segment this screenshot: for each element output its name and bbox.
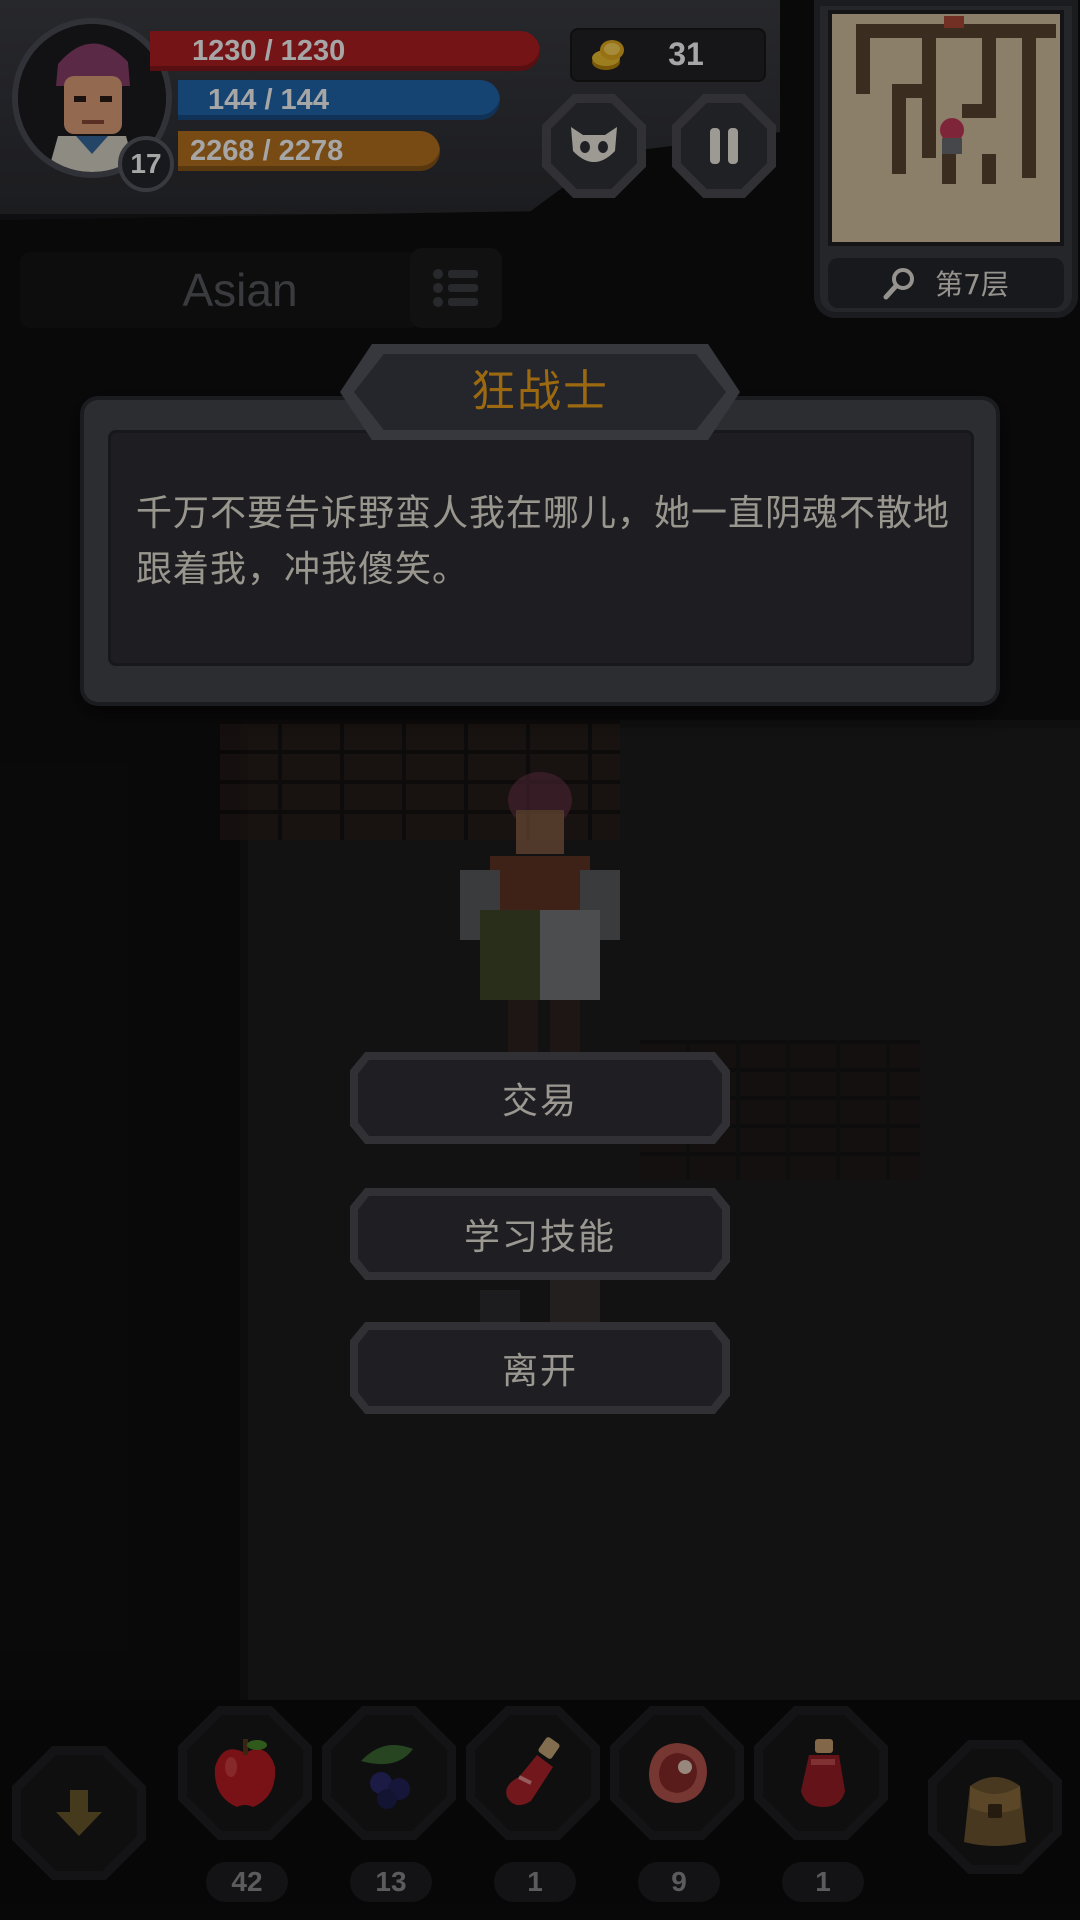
trade-button-label: 交易 [358,1060,722,1136]
quickbar-count-potion: 1 [494,1862,576,1902]
leave-button[interactable]: 离开 [350,1322,730,1414]
npc-title: 狂战士 [471,366,609,417]
hp-bar: 1230 / 1230 [150,31,540,71]
minimap[interactable] [828,10,1064,246]
gold-counter: 31 [570,28,766,82]
menu-button[interactable] [410,248,502,328]
exp-value: 2268 / 2278 [190,134,344,167]
gold-amount: 31 [668,36,704,72]
list-icon [433,269,478,307]
red-potion-icon [801,1739,845,1807]
magnifier-icon [883,268,915,300]
apple-icon [214,1739,276,1807]
learn-skill-button-label: 学习技能 [358,1196,722,1272]
quickbar-count-red-potion: 1 [782,1862,864,1902]
level-badge: 17 [118,136,174,192]
berries-icon [361,1745,413,1809]
player-name: Asian [182,264,298,316]
hp-value: 1230 / 1230 [192,34,346,67]
exp-bar: 2268 / 2278 [178,131,440,171]
mp-value: 144 / 144 [208,83,329,116]
floor-indicator[interactable]: 第7层 [828,258,1064,308]
pause-icon [710,128,738,164]
backpack-icon [964,1777,1026,1846]
maze-map-icon [832,14,1060,242]
floor-label-text: 第7层 [935,268,1009,301]
quickbar-count-meat: 9 [638,1862,720,1902]
monster-face-icon [571,127,617,162]
trade-button[interactable]: 交易 [350,1052,730,1144]
quickbar-count-apple: 42 [206,1862,288,1902]
quickbar-count-berries: 13 [350,1862,432,1902]
potion-icon [506,1737,560,1806]
leave-button-label: 离开 [358,1330,722,1406]
berserker-npc-sprite [460,772,620,1060]
learn-skill-button[interactable]: 学习技能 [350,1188,730,1280]
meat-icon [649,1743,707,1803]
dialog-text: 千万不要告诉野蛮人我在哪儿，她一直阴魂不散地跟着我，冲我傻笑。 [136,493,951,590]
player-name-box: Asian [20,252,420,328]
mp-bar: 144 / 144 [178,80,500,120]
down-arrow-icon [56,1790,102,1836]
